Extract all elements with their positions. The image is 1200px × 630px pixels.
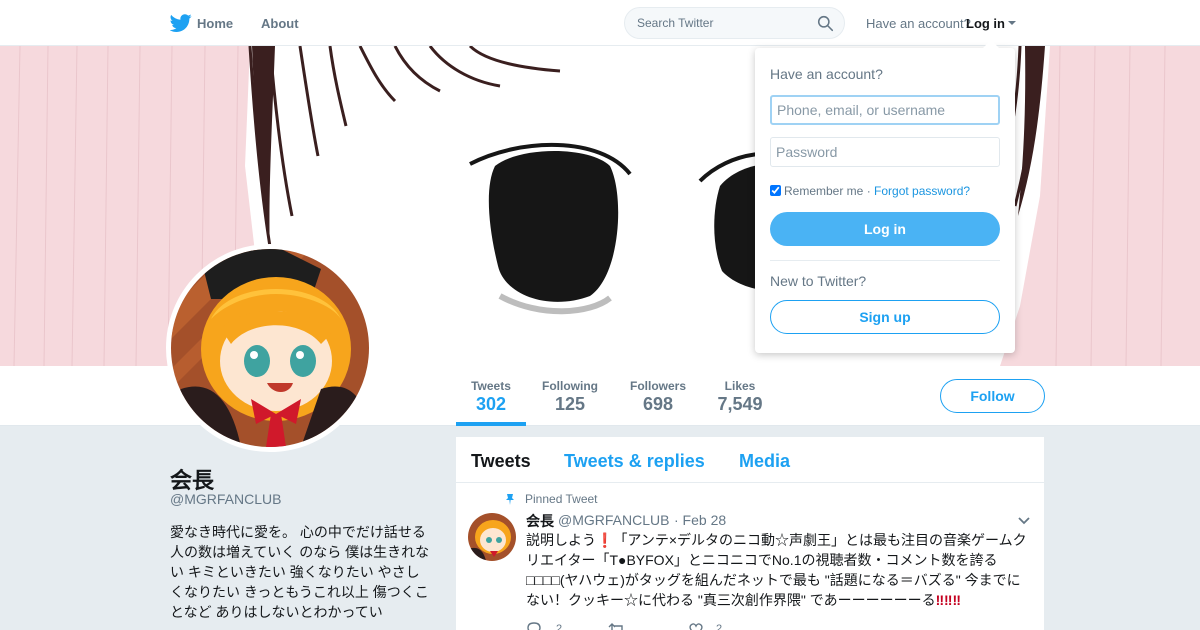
login-dropdown-toggle[interactable]: Log in xyxy=(966,16,1005,31)
dropdown-divider xyxy=(770,260,1000,261)
tweet-avatar[interactable] xyxy=(468,513,516,561)
nav-about-link[interactable]: About xyxy=(261,16,299,31)
exclamation-emoji: ❗ xyxy=(596,532,614,548)
password-field[interactable] xyxy=(770,137,1000,167)
stat-value: 302 xyxy=(475,394,507,414)
stat-value: 7,549 xyxy=(717,394,763,414)
profile-screen-name[interactable]: @MGRFANCLUB xyxy=(170,491,281,507)
stat-label: Tweets xyxy=(471,379,511,393)
reply-count: 2 xyxy=(556,623,563,630)
stat-following[interactable]: Following 125 xyxy=(535,366,605,426)
avatar-illustration xyxy=(171,249,369,447)
nav-home-link[interactable]: Home xyxy=(197,16,233,31)
caret-down-icon[interactable] xyxy=(1008,21,1016,25)
stat-value: 698 xyxy=(642,394,674,414)
signup-button[interactable]: Sign up xyxy=(770,300,1000,334)
reply-icon[interactable] xyxy=(526,621,542,630)
tab-media[interactable]: Media xyxy=(739,451,790,472)
remember-me-label[interactable]: Remember me xyxy=(784,184,863,198)
remember-separator: · xyxy=(863,184,875,198)
stat-followers[interactable]: Followers 698 xyxy=(623,366,693,426)
tweet-date[interactable]: · Feb 28 xyxy=(674,512,726,528)
timeline-tabs: Tweets Tweets & replies Media xyxy=(456,437,1044,483)
double-exclamation-emoji: ‼ xyxy=(952,592,961,608)
stat-label: Following xyxy=(542,379,598,393)
chevron-down-icon[interactable] xyxy=(1017,516,1031,526)
tab-tweets-replies[interactable]: Tweets & replies xyxy=(564,451,705,472)
like-count: 2 xyxy=(716,623,723,630)
tweet-actions: 2 2 xyxy=(526,621,826,630)
stat-value: 125 xyxy=(554,394,586,414)
tweet-text: 説明しよう❗「アンテ×デルタのニコ動☆声劇王」とは最も注目の音楽ゲームクリエイタ… xyxy=(526,530,1032,610)
remember-me-checkbox[interactable] xyxy=(770,185,781,196)
pinned-tweet-label: Pinned Tweet xyxy=(525,492,598,506)
profile-bio: 愛なき時代に愛を。 心の中でだけ話せる人の数は増えていく のなら 僕は生きれない… xyxy=(170,524,430,620)
remember-row: Remember me · Forgot password? xyxy=(770,184,970,198)
follow-button[interactable]: Follow xyxy=(940,379,1045,413)
stat-label: Followers xyxy=(629,379,686,393)
top-navigation-bar: Home About Have an account? Log in xyxy=(0,0,1200,46)
stat-tweets[interactable]: Tweets 302 xyxy=(456,366,526,426)
search-box[interactable] xyxy=(624,7,845,39)
forgot-password-link[interactable]: Forgot password? xyxy=(874,184,970,198)
tweet-author-name[interactable]: 会長 xyxy=(526,511,554,531)
login-button[interactable]: Log in xyxy=(770,212,1000,246)
have-account-text: Have an account? xyxy=(866,16,971,31)
search-input[interactable] xyxy=(637,16,807,30)
tab-tweets[interactable]: Tweets xyxy=(471,451,531,472)
retweet-icon[interactable] xyxy=(608,621,626,630)
timeline: Tweets Tweets & replies Media Pinned Twe… xyxy=(456,437,1044,630)
stat-label: Likes xyxy=(724,379,756,393)
tweet-author-handle[interactable]: @MGRFANCLUB xyxy=(558,512,669,528)
heart-icon[interactable] xyxy=(688,621,704,630)
double-exclamation-emoji: ‼ xyxy=(935,592,945,608)
dropdown-title: Have an account? xyxy=(770,66,883,82)
login-dropdown: Have an account? Remember me · Forgot pa… xyxy=(755,40,1015,353)
stat-likes[interactable]: Likes 7,549 xyxy=(705,366,775,426)
pin-icon xyxy=(506,494,514,505)
profile-avatar[interactable] xyxy=(166,244,374,452)
search-icon[interactable] xyxy=(817,15,834,32)
twitter-bird-icon[interactable] xyxy=(170,12,192,34)
tweet-avatar-image xyxy=(468,513,516,561)
double-exclamation-emoji: ‼ xyxy=(944,592,953,608)
username-field[interactable] xyxy=(770,95,1000,125)
tweet-text-part: 説明しよう xyxy=(526,532,596,548)
new-to-twitter-text: New to Twitter? xyxy=(770,273,867,289)
